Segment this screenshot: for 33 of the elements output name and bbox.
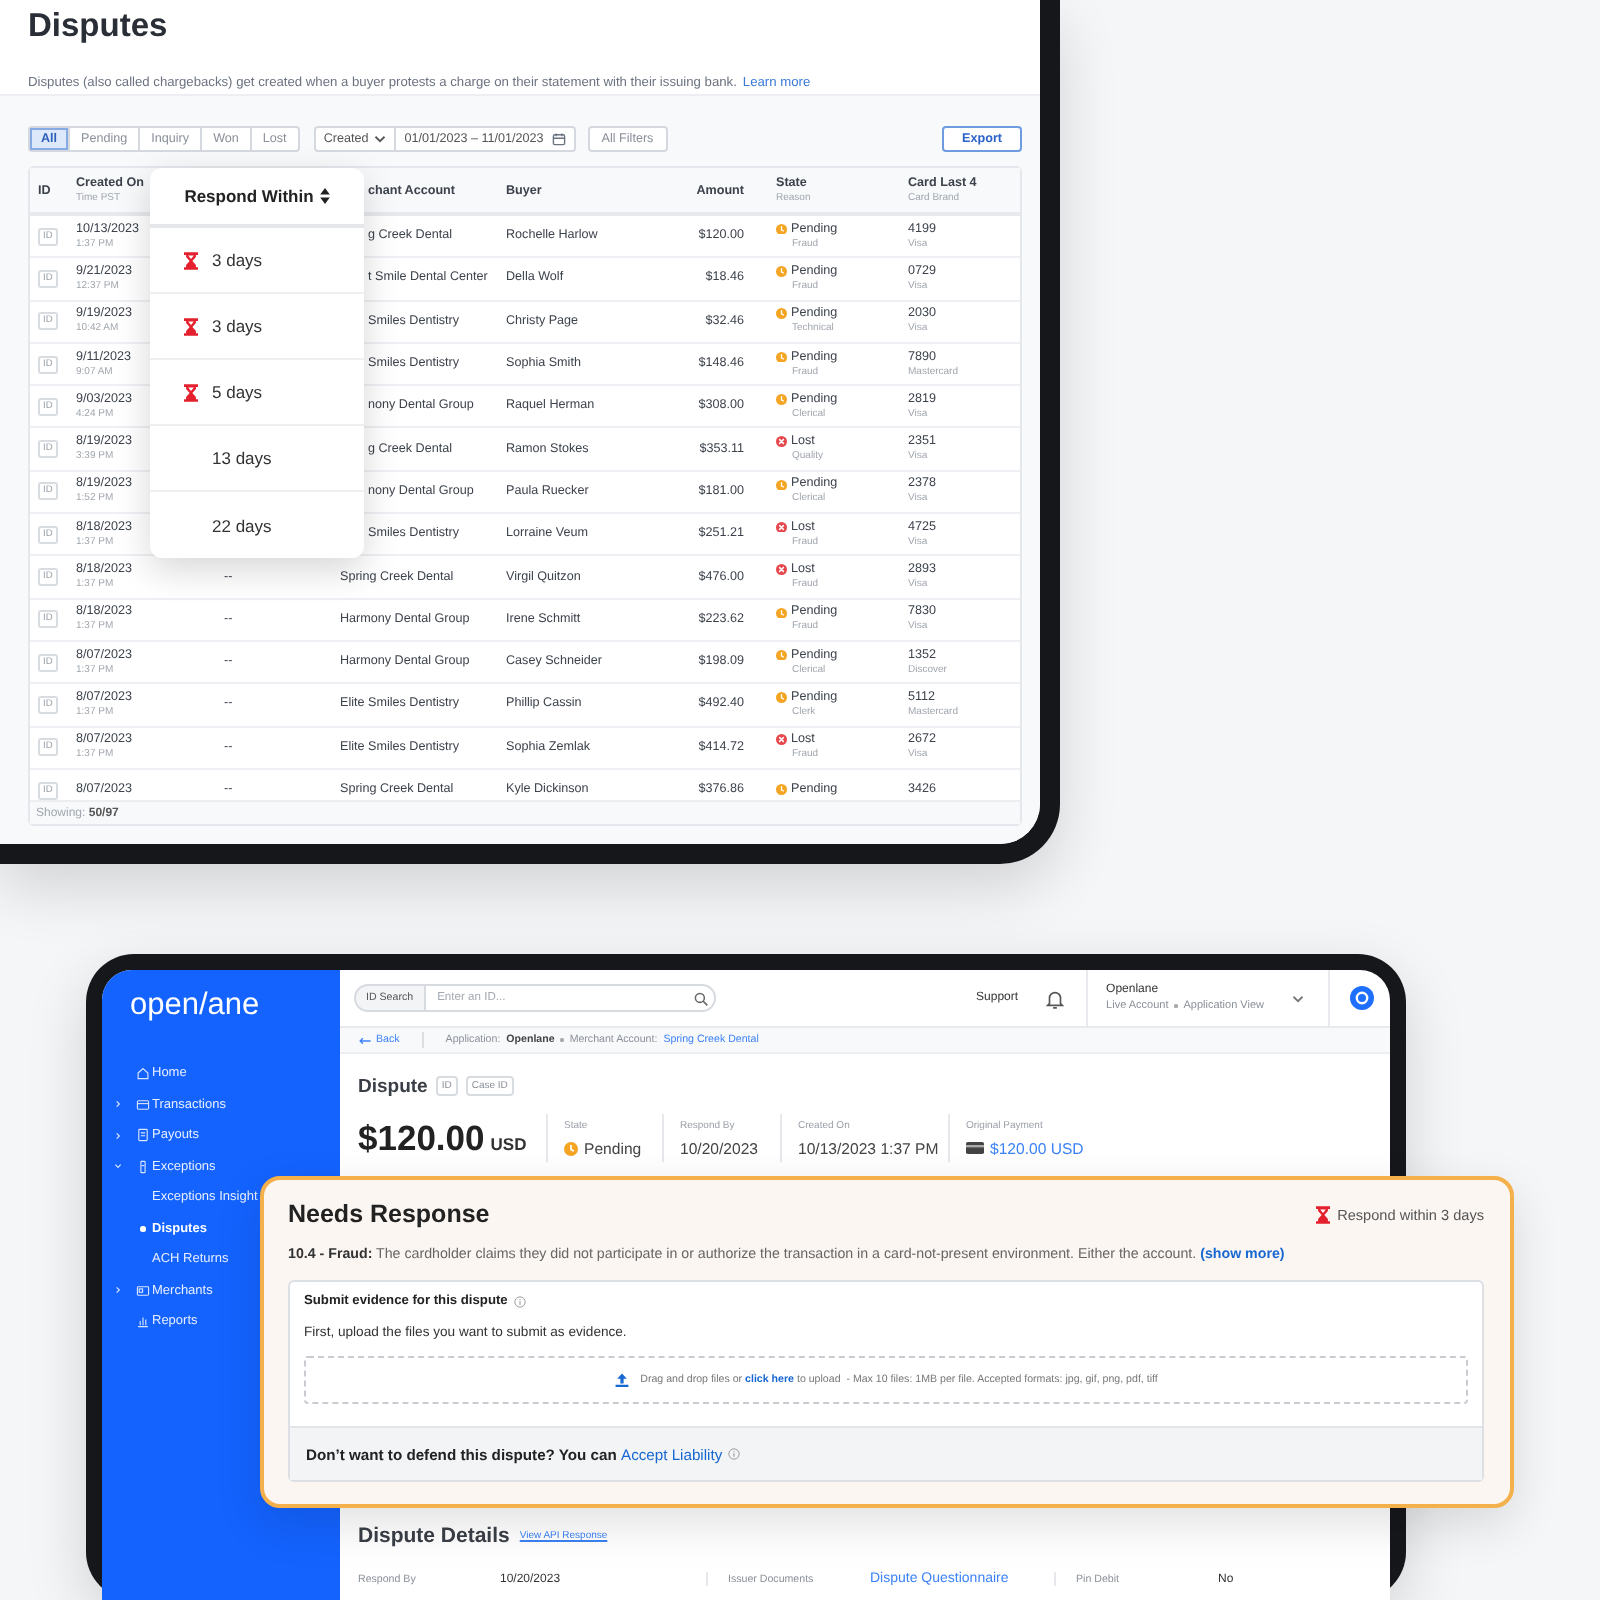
bookmark-icon <box>136 1159 150 1174</box>
logo: open/ane <box>130 988 260 1024</box>
back-arrow-icon <box>358 1035 372 1045</box>
sort-icon <box>319 188 330 204</box>
id-card-icon <box>136 1283 150 1298</box>
hourglass-icon <box>184 317 198 335</box>
bar-chart-icon <box>136 1314 150 1329</box>
hourglass-icon <box>184 383 198 401</box>
upload-icon <box>614 1372 631 1388</box>
credit-card-icon <box>136 1097 150 1112</box>
menu-option[interactable]: 5 days <box>150 360 364 426</box>
menu-option[interactable]: 22 days <box>150 492 364 558</box>
section-title: Dispute Details <box>358 1524 510 1548</box>
caret-icon <box>1292 993 1304 1003</box>
hourglass-icon <box>184 251 198 269</box>
dispute-title: Dispute <box>358 1075 428 1097</box>
dispute-amount: $120.00 <box>358 1117 485 1159</box>
info-icon <box>728 1448 741 1460</box>
hourglass-icon <box>1315 1205 1330 1223</box>
card-title: Needs Response <box>288 1200 490 1228</box>
menu-option[interactable]: 13 days <box>150 426 364 492</box>
menu-title: Respond Within <box>184 186 314 206</box>
home-icon <box>136 1066 150 1081</box>
bell-icon[interactable] <box>1044 987 1067 1009</box>
info-icon <box>513 1295 526 1307</box>
credit-card-icon <box>966 1142 984 1154</box>
bullet-icon <box>140 1226 145 1231</box>
menu-option[interactable]: 3 days <box>150 228 364 294</box>
currency-text: USD <box>490 1133 527 1153</box>
page-title: Disputes <box>28 6 168 46</box>
receipt-icon <box>136 1128 150 1143</box>
avatar-icon[interactable] <box>1350 986 1374 1010</box>
menu-option[interactable]: 3 days <box>150 294 364 360</box>
